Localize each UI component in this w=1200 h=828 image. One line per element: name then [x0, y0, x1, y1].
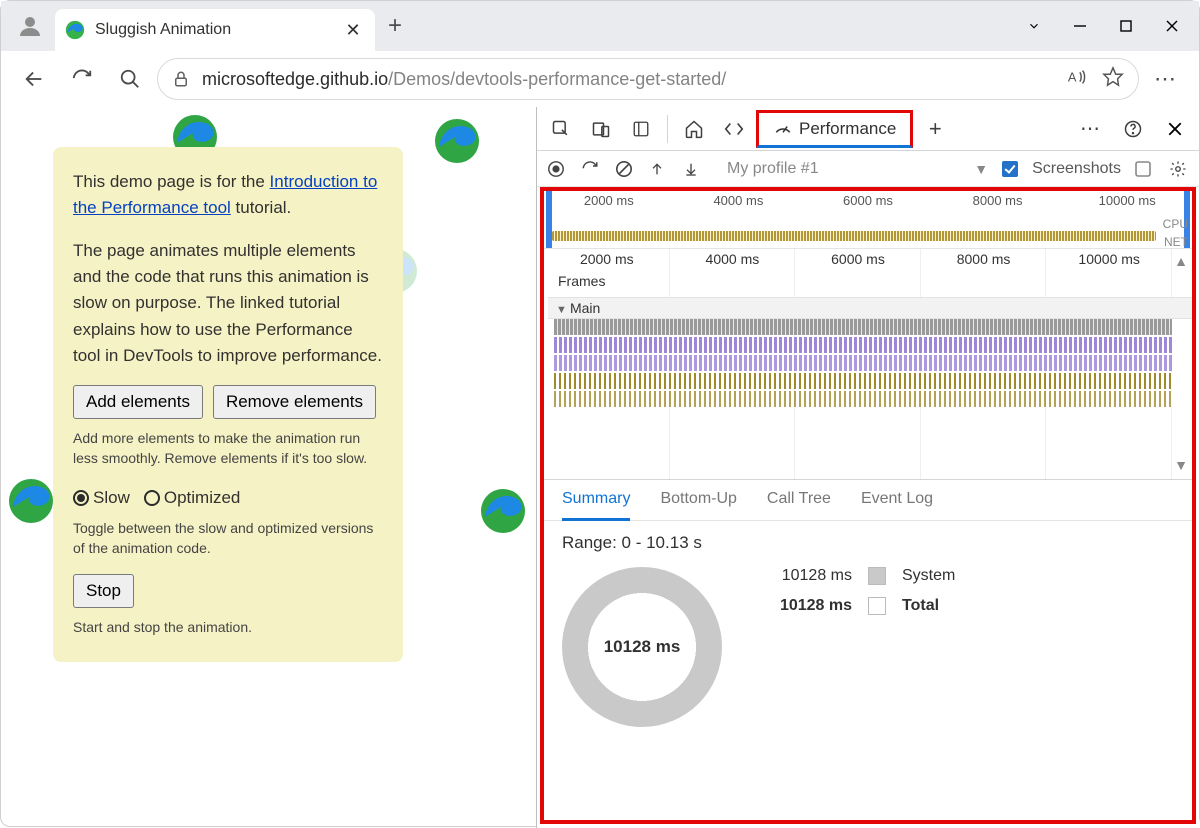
close-devtools-button[interactable]	[1157, 111, 1193, 147]
remove-elements-button[interactable]: Remove elements	[213, 385, 376, 419]
summary-tabbar: Summary Bottom-Up Call Tree Event Log	[544, 480, 1192, 521]
perf-toolbar: My profile #1 ▼ Screenshots	[537, 151, 1199, 187]
edge-logo-icon	[433, 117, 481, 165]
chevron-down-icon[interactable]	[1011, 1, 1057, 51]
profile-dropdown[interactable]: ▼	[974, 161, 988, 177]
edge-logo-icon	[479, 487, 527, 535]
minimize-button[interactable]	[1057, 1, 1103, 51]
summary-legend: 10128 ms System 10128 ms Total	[762, 567, 955, 627]
overview-cpu-strip	[552, 231, 1156, 241]
read-aloud-icon[interactable]: A	[1066, 66, 1088, 93]
perf-settings-icon[interactable]	[1169, 160, 1189, 178]
device-toggle-icon[interactable]	[583, 111, 619, 147]
devtools-panel: Performance + ⋯ My profile #1 ▼ Screensh…	[536, 107, 1199, 828]
stop-help: Start and stop the animation.	[73, 618, 383, 638]
clear-button[interactable]	[615, 160, 635, 178]
new-tab-button[interactable]: +	[375, 12, 415, 40]
net-label: NET	[1164, 235, 1188, 249]
help-icon[interactable]	[1115, 111, 1151, 147]
legend-swatch-system	[868, 567, 886, 585]
navbar: microsoftedge.github.io/Demos/devtools-p…	[1, 51, 1199, 107]
flamechart[interactable]	[554, 319, 1172, 409]
add-elements-button[interactable]: Add elements	[73, 385, 203, 419]
devtools-more-icon[interactable]: ⋯	[1073, 111, 1109, 147]
close-window-button[interactable]	[1149, 1, 1195, 51]
reload-record-button[interactable]	[581, 160, 601, 178]
summary-donut: 10128 ms	[562, 567, 722, 727]
maximize-button[interactable]	[1103, 1, 1149, 51]
memory-checkbox[interactable]	[1135, 161, 1155, 177]
devtools-tabbar: Performance + ⋯	[537, 107, 1199, 151]
record-button[interactable]	[547, 160, 567, 178]
search-button[interactable]	[109, 59, 151, 99]
panel-layout-icon[interactable]	[623, 111, 659, 147]
edge-logo-icon	[7, 477, 55, 525]
lock-icon	[172, 70, 190, 88]
favorite-icon[interactable]	[1102, 66, 1124, 93]
timeline-overview[interactable]: 2000 ms 4000 ms 6000 ms 8000 ms 10000 ms…	[544, 191, 1192, 249]
edge-logo-icon	[65, 20, 85, 40]
download-profile-button[interactable]	[683, 161, 703, 177]
profile-name[interactable]: My profile #1	[727, 160, 819, 178]
titlebar: Sluggish Animation ✕ +	[1, 1, 1199, 51]
scroll-down-icon[interactable]: ▼	[1174, 457, 1188, 473]
profile-avatar[interactable]	[13, 9, 47, 43]
frames-track-label: Frames	[558, 273, 605, 289]
timeline-detail[interactable]: 2000 ms 4000 ms 6000 ms 8000 ms 10000 ms…	[544, 249, 1192, 479]
screenshots-label: Screenshots	[1032, 160, 1121, 178]
address-bar[interactable]: microsoftedge.github.io/Demos/devtools-p…	[157, 58, 1139, 100]
performance-tab[interactable]: Performance	[756, 110, 913, 148]
svg-text:A: A	[1068, 69, 1077, 84]
performance-icon	[773, 119, 793, 139]
radio-optimized[interactable]: Optimized	[144, 485, 241, 511]
inspect-icon[interactable]	[543, 111, 579, 147]
url-path: /Demos/devtools-performance-get-started/	[388, 69, 726, 89]
cpu-label: CPU	[1163, 217, 1188, 231]
scroll-up-icon[interactable]: ▲	[1174, 253, 1188, 269]
screenshots-checkbox[interactable]	[1002, 161, 1018, 177]
tab-summary[interactable]: Summary	[562, 490, 630, 521]
main-track-label[interactable]: Main	[548, 297, 1192, 319]
demo-info-panel: This demo page is for the Introduction t…	[53, 147, 403, 662]
radio-slow[interactable]: Slow	[73, 485, 130, 511]
more-menu-button[interactable]: ⋯	[1145, 59, 1187, 99]
add-remove-help: Add more elements to make the animation …	[73, 429, 383, 468]
refresh-button[interactable]	[61, 59, 103, 99]
browser-tab[interactable]: Sluggish Animation ✕	[55, 9, 375, 51]
stop-button[interactable]: Stop	[73, 574, 134, 608]
demo-description: The page animates multiple elements and …	[73, 238, 383, 370]
tab-title: Sluggish Animation	[95, 21, 231, 39]
tab-event-log[interactable]: Event Log	[861, 490, 933, 520]
mode-help: Toggle between the slow and optimized ve…	[73, 519, 383, 558]
add-tab-button[interactable]: +	[917, 111, 953, 147]
elements-tab-icon[interactable]	[716, 111, 752, 147]
tab-bottom-up[interactable]: Bottom-Up	[660, 490, 736, 520]
url-host: microsoftedge.github.io	[202, 69, 388, 89]
close-tab-button[interactable]: ✕	[341, 20, 365, 41]
legend-swatch-total	[868, 597, 886, 615]
overview-ticks: 2000 ms 4000 ms 6000 ms 8000 ms 10000 ms	[544, 193, 1192, 208]
perf-highlight-box: 2000 ms 4000 ms 6000 ms 8000 ms 10000 ms…	[540, 187, 1196, 824]
back-button[interactable]	[13, 59, 55, 99]
tab-call-tree[interactable]: Call Tree	[767, 490, 831, 520]
page-content: This demo page is for the Introduction t…	[1, 107, 536, 828]
upload-profile-button[interactable]	[649, 161, 669, 177]
welcome-tab-icon[interactable]	[676, 111, 712, 147]
range-text: Range: 0 - 10.13 s	[544, 521, 1192, 553]
